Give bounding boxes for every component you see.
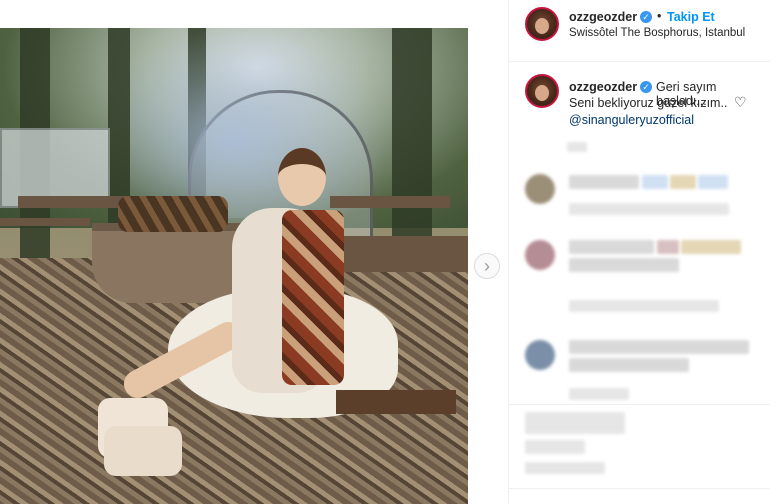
comment-input-divider [509,488,770,489]
post-side-panel: ozzgeozder ✓ • Takip Et Swissôtel The Bo… [508,0,770,504]
blurred-likes-count [525,440,585,454]
blurred-comment-emoji [642,175,668,189]
post-header: ozzgeozder ✓ • Takip Et Swissôtel The Bo… [509,0,770,62]
blurred-action-icons[interactable] [525,412,625,434]
comment-avatar[interactable] [525,174,555,204]
blurred-comment-emoji [670,175,696,189]
blurred-post-date [525,462,605,474]
caption-author-username[interactable]: ozzgeozder [569,80,637,94]
caption-author-avatar[interactable] [525,74,559,108]
photo-boot [104,426,182,476]
post-photo[interactable] [0,28,468,504]
photo-logs [118,196,228,232]
comment-avatar[interactable] [525,240,555,270]
actions-divider [509,404,770,405]
caption-mention-link[interactable]: @sinanguleryuzofficial [569,113,694,127]
blurred-comment-meta [569,300,719,312]
comment-avatar[interactable] [525,340,555,370]
photo-smoke [130,28,390,218]
photo-shawl [282,210,344,385]
blurred-comment-meta [569,203,729,215]
blurred-comment-emoji [657,240,679,254]
blurred-comment-text [569,258,679,272]
next-photo-button[interactable]: › [474,253,500,279]
blurred-comment-text [569,340,749,354]
photo-head [278,148,326,206]
author-avatar[interactable] [525,7,559,41]
follow-button[interactable]: Takip Et [667,10,715,24]
photo-picnic-table [330,196,450,208]
author-username[interactable]: ozzgeozder [569,10,637,24]
photo-picnic-bench [0,218,90,226]
photo-bench [336,390,456,414]
caption-line-2: Seni bekliyoruz güzel kızım.. [569,96,728,110]
photo-fire-pit [92,223,254,303]
blurred-comment-username [569,175,639,189]
heart-emoji-icon: ♡ [734,94,747,110]
photo-tree [392,28,432,258]
blurred-comment-username [569,240,654,254]
separator-dot: • [657,9,662,23]
blurred-comment-text [569,358,689,372]
blurred-comment-emoji [681,240,741,254]
photo-picnic-table [18,196,128,208]
blurred-timestamp [567,142,587,152]
blurred-comment-meta [569,388,629,400]
verified-icon: ✓ [640,11,652,23]
post-location[interactable]: Swissôtel The Bosphorus, Istanbul [569,27,745,39]
blurred-comment-emoji [698,175,728,189]
verified-icon: ✓ [640,81,652,93]
